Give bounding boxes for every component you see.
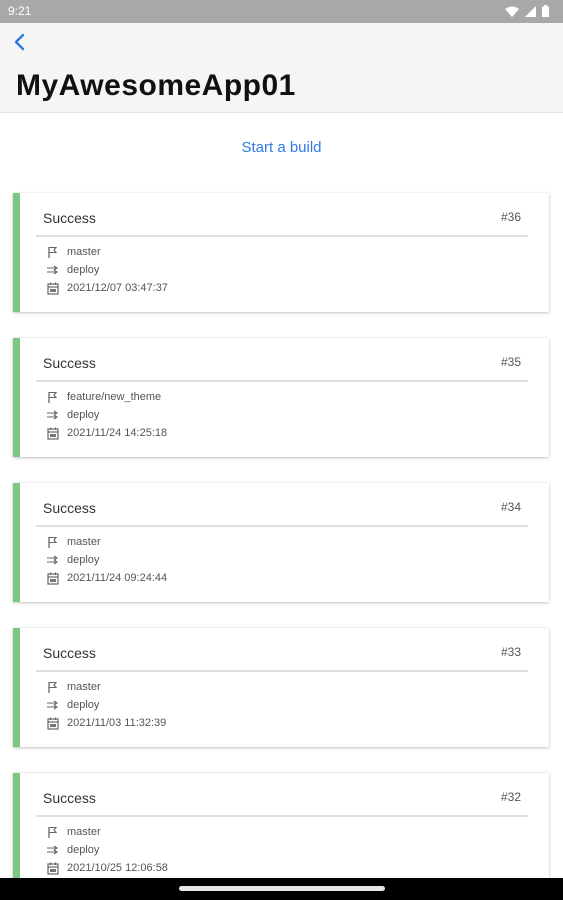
branch-row: feature/new_theme xyxy=(46,389,161,405)
divider xyxy=(36,380,528,382)
page-title: MyAwesomeApp01 xyxy=(16,69,296,102)
branch-row: master xyxy=(46,534,101,550)
date-row: 2021/10/25 12:06:58 xyxy=(46,860,168,876)
workflow-name: deploy xyxy=(67,409,100,421)
back-button[interactable] xyxy=(8,29,34,55)
calendar-icon xyxy=(46,426,60,440)
workflow-name: deploy xyxy=(67,699,100,711)
date-row: 2021/11/24 14:25:18 xyxy=(46,425,167,441)
build-card[interactable]: Success #33 master deploy 2021/11/03 11:… xyxy=(13,628,549,747)
battery-icon xyxy=(542,5,549,17)
build-card[interactable]: Success #36 master deploy 2021/12/07 03:… xyxy=(13,193,549,312)
workflow-arrow-icon xyxy=(46,698,60,712)
divider xyxy=(36,235,528,237)
branch-flag-icon xyxy=(46,245,60,259)
status-icons xyxy=(505,5,549,17)
workflow-arrow-icon xyxy=(46,408,60,422)
calendar-icon xyxy=(46,716,60,730)
status-time: 9:21 xyxy=(8,4,32,18)
build-number: #33 xyxy=(500,645,521,659)
build-card[interactable]: Success #35 feature/new_theme deploy 202… xyxy=(13,338,549,457)
build-date: 2021/11/24 09:24:44 xyxy=(67,572,168,584)
calendar-icon xyxy=(46,861,60,875)
date-row: 2021/11/24 09:24:44 xyxy=(46,570,167,586)
branch-row: master xyxy=(46,244,101,260)
workflow-arrow-icon xyxy=(46,553,60,567)
build-date: 2021/10/25 12:06:58 xyxy=(67,862,168,874)
status-accent-bar xyxy=(13,193,20,312)
divider xyxy=(36,815,528,817)
branch-name: feature/new_theme xyxy=(67,391,162,403)
date-row: 2021/12/07 03:47:37 xyxy=(46,280,168,296)
branch-flag-icon xyxy=(46,535,60,549)
branch-name: master xyxy=(67,536,101,548)
app-header: MyAwesomeApp01 xyxy=(0,23,563,113)
divider xyxy=(36,525,528,527)
branch-row: master xyxy=(46,824,101,840)
calendar-icon xyxy=(46,281,60,295)
date-row: 2021/11/03 11:32:39 xyxy=(46,715,166,731)
wifi-icon xyxy=(505,6,519,17)
workflow-arrow-icon xyxy=(46,843,60,857)
workflow-row: deploy xyxy=(46,262,99,278)
branch-name: master xyxy=(67,681,101,693)
branch-name: master xyxy=(67,826,101,838)
navigation-bar xyxy=(0,878,563,900)
build-number: #35 xyxy=(500,355,521,369)
build-date: 2021/12/07 03:47:37 xyxy=(67,282,168,294)
status-bar: 9:21 xyxy=(0,0,563,23)
start-build-button[interactable]: Start a build xyxy=(0,139,563,156)
home-gesture-handle[interactable] xyxy=(179,886,385,891)
build-status: Success xyxy=(43,790,96,806)
build-number: #32 xyxy=(500,790,521,804)
workflow-row: deploy xyxy=(46,842,99,858)
workflow-name: deploy xyxy=(67,844,100,856)
status-accent-bar xyxy=(13,628,20,747)
status-accent-bar xyxy=(13,773,20,892)
build-card[interactable]: Success #34 master deploy 2021/11/24 09:… xyxy=(13,483,549,602)
branch-flag-icon xyxy=(46,825,60,839)
divider xyxy=(36,670,528,672)
branch-flag-icon xyxy=(46,680,60,694)
build-date: 2021/11/03 11:32:39 xyxy=(67,717,167,729)
branch-flag-icon xyxy=(46,390,60,404)
build-date: 2021/11/24 14:25:18 xyxy=(67,427,168,439)
build-status: Success xyxy=(43,500,96,516)
branch-name: master xyxy=(67,246,101,258)
build-number: #34 xyxy=(500,500,521,514)
status-accent-bar xyxy=(13,483,20,602)
workflow-name: deploy xyxy=(67,264,100,276)
workflow-row: deploy xyxy=(46,407,99,423)
build-status: Success xyxy=(43,210,96,226)
build-status: Success xyxy=(43,355,96,371)
build-status: Success xyxy=(43,645,96,661)
build-card[interactable]: Success #32 master deploy 2021/10/25 12:… xyxy=(13,773,549,892)
status-accent-bar xyxy=(13,338,20,457)
back-chevron-icon xyxy=(14,33,25,51)
workflow-name: deploy xyxy=(67,554,100,566)
branch-row: master xyxy=(46,679,101,695)
workflow-row: deploy xyxy=(46,552,99,568)
workflow-row: deploy xyxy=(46,697,99,713)
workflow-arrow-icon xyxy=(46,263,60,277)
calendar-icon xyxy=(46,571,60,585)
build-number: #36 xyxy=(500,210,521,224)
signal-icon xyxy=(525,5,536,17)
